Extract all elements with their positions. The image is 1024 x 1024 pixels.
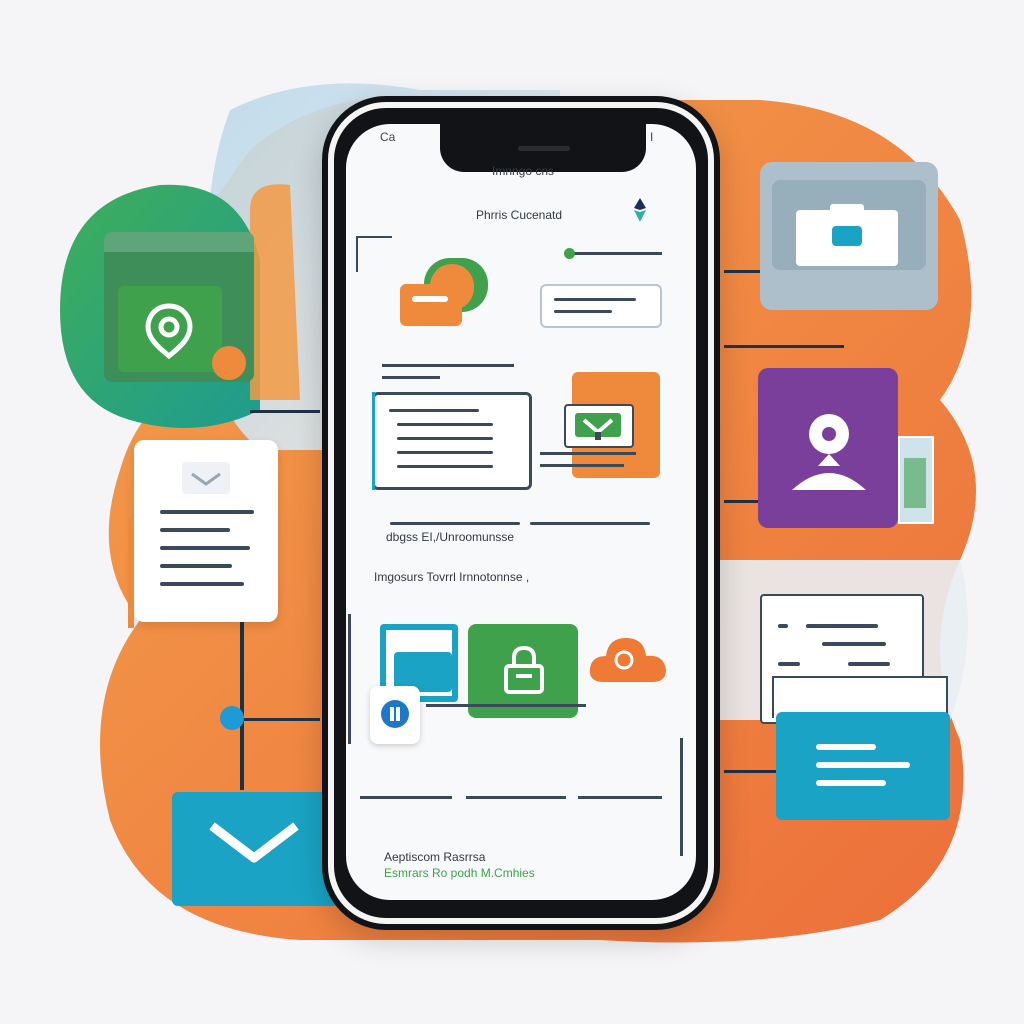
screen-subtitle: Phrris Cucenatd xyxy=(476,208,563,222)
camera-tile[interactable] xyxy=(760,162,938,310)
pin-tile[interactable] xyxy=(104,232,254,382)
status-right: I xyxy=(650,130,654,144)
note-card[interactable] xyxy=(776,712,950,820)
info-badge[interactable] xyxy=(370,686,420,744)
orange-chip[interactable] xyxy=(400,284,462,326)
document-card[interactable] xyxy=(128,440,278,628)
phone: Ca I Imnngo cns Phrris Cucenatd dbgss EI… xyxy=(322,96,720,930)
info-icon xyxy=(381,700,409,728)
phone-screen: Ca I Imnngo cns Phrris Cucenatd dbgss EI… xyxy=(346,124,696,900)
mail-tile[interactable] xyxy=(172,792,340,906)
text-panel[interactable] xyxy=(372,392,532,490)
camera-icon xyxy=(796,204,898,266)
user-pin-tile[interactable] xyxy=(758,368,898,528)
bracket-top xyxy=(356,236,392,272)
lock-icon xyxy=(504,645,544,694)
cloud-icon xyxy=(589,638,666,682)
mail-chip[interactable] xyxy=(564,404,634,448)
diamond-icon xyxy=(634,198,646,222)
side-image-tile xyxy=(898,436,934,524)
info-bar xyxy=(570,252,662,255)
user-pin-icon xyxy=(792,414,866,490)
section-heading: Imgosurs Tovrrl Irnnotonnse , xyxy=(374,570,530,584)
document-icon xyxy=(182,462,230,494)
message-card[interactable] xyxy=(540,284,662,328)
pin-icon xyxy=(145,303,193,360)
section-caption: dbgss EI,/Unroomunsse xyxy=(386,530,515,544)
footer-subtitle: Esmrars Ro podh M.Cmhies xyxy=(384,866,535,880)
footer-title: Aeptiscom Rasrrsa xyxy=(384,850,486,864)
screen-title: Imnngo cns xyxy=(492,164,555,178)
status-left: Ca xyxy=(380,130,396,144)
note-card-icon xyxy=(816,744,910,786)
mail-icon xyxy=(209,822,299,863)
